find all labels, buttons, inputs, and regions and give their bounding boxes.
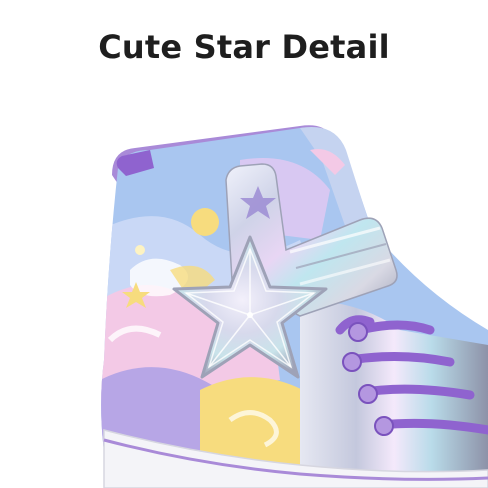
shoe-photo [101, 125, 488, 488]
product-detail-card: Cute Star Detail [0, 0, 488, 488]
